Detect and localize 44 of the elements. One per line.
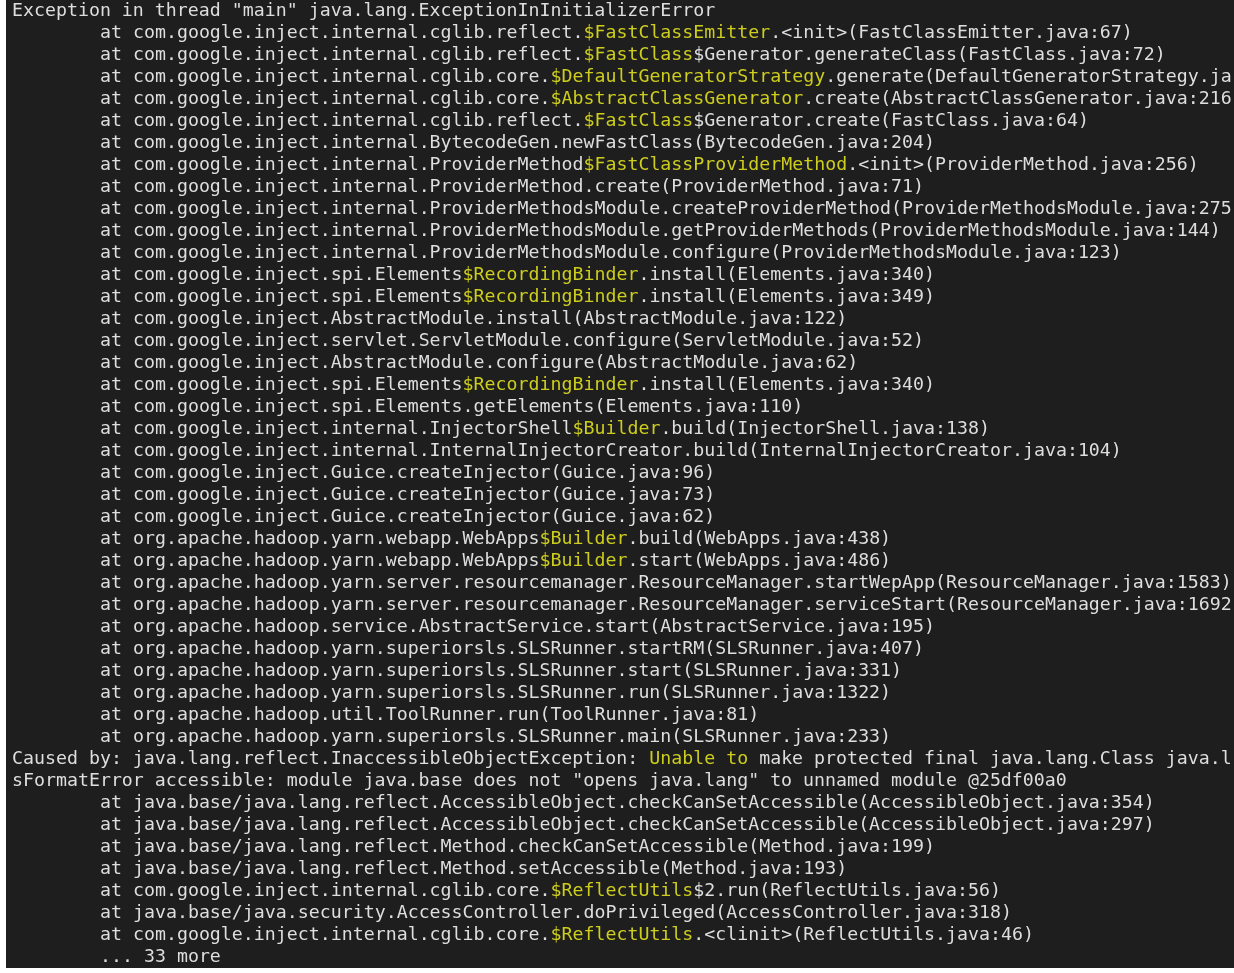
stack-trace-line: at com.google.inject.internal.cglib.core.$ReflectUtils.<clinit>(ReflectUtils.java:46) [100, 923, 1034, 945]
stack-trace-line: at com.google.inject.internal.cglib.reflect.$FastClassEmitter.<init>(FastClassEmitter.java:67) [100, 21, 1133, 43]
stack-trace-line: at java.base/java.security.AccessController.doPrivileged(AccessController.java:318) [100, 901, 1012, 923]
stack-trace-line: at com.google.inject.AbstractModule.configure(AbstractModule.java:62) [100, 351, 859, 373]
stack-trace-line: at com.google.inject.internal.ProviderMethodsModule.createProviderMethod(ProviderMethodsModule.java:275 [100, 197, 1232, 219]
stack-trace-line: Caused by: java.lang.reflect.InaccessibleObjectException: Unable to make protected final java.lang.Class java.l [12, 747, 1232, 769]
stack-trace-line: sFormatError accessible: module java.base does not "opens java.lang" to unnamed module @25df00a0 [12, 769, 1067, 791]
stack-trace-line: at com.google.inject.Guice.createInjector(Guice.java:62) [100, 505, 716, 527]
stack-trace-line: at com.google.inject.internal.cglib.core.$ReflectUtils$2.run(ReflectUtils.java:56) [100, 879, 1001, 901]
stack-trace-line: at com.google.inject.Guice.createInjector(Guice.java:73) [100, 483, 716, 505]
stack-trace-line: at com.google.inject.AbstractModule.install(AbstractModule.java:122) [100, 307, 848, 329]
stack-trace-line: at java.base/java.lang.reflect.AccessibleObject.checkCanSetAccessible(AccessibleObject.java:297) [100, 813, 1155, 835]
stack-trace-line: at com.google.inject.Guice.createInjector(Guice.java:96) [100, 461, 716, 483]
stack-trace-line: at org.apache.hadoop.yarn.superiorsls.SLSRunner.run(SLSRunner.java:1322) [100, 681, 892, 703]
stack-trace-line: at java.base/java.lang.reflect.AccessibleObject.checkCanSetAccessible(AccessibleObject.java:354) [100, 791, 1155, 813]
stack-trace-line: at com.google.inject.internal.InternalInjectorCreator.build(InternalInjectorCreator.java:104) [100, 439, 1122, 461]
stack-trace-line: at org.apache.hadoop.yarn.server.resourcemanager.ResourceManager.startWepApp(ResourceManager.java:1583) [100, 571, 1232, 593]
stack-trace-line: at org.apache.hadoop.yarn.superiorsls.SLSRunner.start(SLSRunner.java:331) [100, 659, 903, 681]
stack-trace-line: at org.apache.hadoop.yarn.webapp.WebApps$Builder.build(WebApps.java:438) [100, 527, 892, 549]
stack-trace-line: at com.google.inject.internal.cglib.reflect.$FastClass$Generator.create(FastClass.java:64) [100, 109, 1089, 131]
stack-trace-line: at java.base/java.lang.reflect.Method.checkCanSetAccessible(Method.java:199) [100, 835, 936, 857]
stack-trace-line: at com.google.inject.spi.Elements$RecordingBinder.install(Elements.java:340) [100, 373, 936, 395]
stack-trace-line: at org.apache.hadoop.yarn.superiorsls.SLSRunner.main(SLSRunner.java:233) [100, 725, 892, 747]
stack-trace-line: at com.google.inject.internal.ProviderMethod.create(ProviderMethod.java:71) [100, 175, 925, 197]
stack-trace-line: at org.apache.hadoop.yarn.server.resourcemanager.ResourceManager.serviceStart(ResourceManager.java:1692 [100, 593, 1232, 615]
stack-trace-line: at com.google.inject.servlet.ServletModule.configure(ServletModule.java:52) [100, 329, 925, 351]
stack-trace-line: at com.google.inject.spi.Elements$RecordingBinder.install(Elements.java:349) [100, 285, 936, 307]
stack-trace-line: ... 33 more [100, 945, 221, 967]
stack-trace-line: at com.google.inject.internal.ProviderMethodsModule.configure(ProviderMethodsModule.java:123) [100, 241, 1122, 263]
stack-trace-line: at com.google.inject.spi.Elements.getElements(Elements.java:110) [100, 395, 804, 417]
stack-trace-line: at com.google.inject.internal.ProviderMethodsModule.getProviderMethods(ProviderMethodsModule.java:144) [100, 219, 1221, 241]
stack-trace-line: at com.google.inject.spi.Elements$RecordingBinder.install(Elements.java:340) [100, 263, 936, 285]
stack-trace-line: at com.google.inject.internal.cglib.core.$DefaultGeneratorStrategy.generate(DefaultGeneratorStrategy.ja [100, 65, 1232, 87]
stack-trace-line: at org.apache.hadoop.yarn.superiorsls.SLSRunner.startRM(SLSRunner.java:407) [100, 637, 925, 659]
stack-trace-line: at com.google.inject.internal.InjectorShell$Builder.build(InjectorShell.java:138) [100, 417, 990, 439]
stack-trace-line: at com.google.inject.internal.cglib.reflect.$FastClass$Generator.generateClass(FastClass.java:72) [100, 43, 1166, 65]
stack-trace-line: at com.google.inject.internal.cglib.core.$AbstractClassGenerator.create(AbstractClassGenerator.java:216 [100, 87, 1232, 109]
stack-trace-line: at java.base/java.lang.reflect.Method.setAccessible(Method.java:193) [100, 857, 848, 879]
stack-trace-line: at com.google.inject.internal.BytecodeGen.newFastClass(BytecodeGen.java:204) [100, 131, 936, 153]
stack-trace-line: Exception in thread "main" java.lang.ExceptionInInitializerError [12, 0, 716, 21]
stack-trace-line: at org.apache.hadoop.service.AbstractService.start(AbstractService.java:195) [100, 615, 936, 637]
stack-trace-line: at org.apache.hadoop.util.ToolRunner.run(ToolRunner.java:81) [100, 703, 760, 725]
stack-trace-line: at com.google.inject.internal.ProviderMethod$FastClassProviderMethod.<init>(ProviderMethod.java:256) [100, 153, 1199, 175]
stack-trace-line: at org.apache.hadoop.yarn.webapp.WebApps$Builder.start(WebApps.java:486) [100, 549, 892, 571]
